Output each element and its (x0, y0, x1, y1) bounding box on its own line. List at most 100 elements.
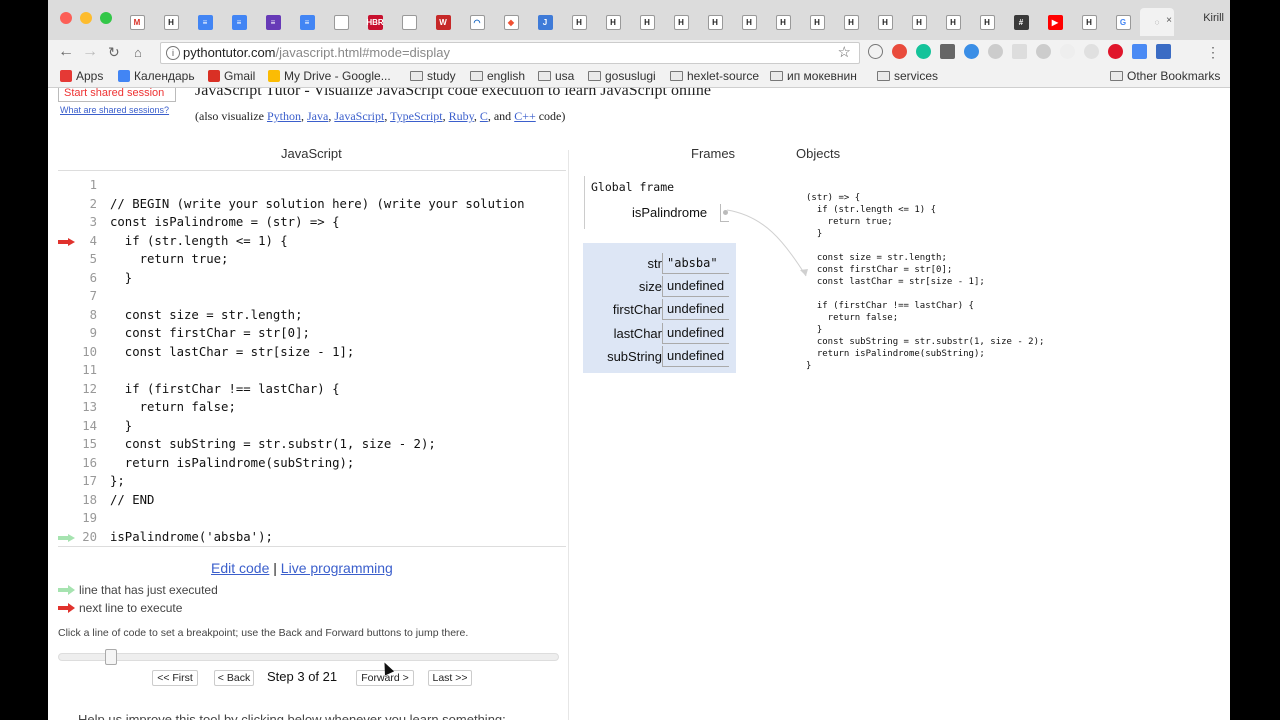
language-link[interactable]: Java (307, 109, 328, 123)
code-line[interactable]: 3 const isPalindrome = (str) => { (58, 213, 566, 232)
extension-icon[interactable] (1060, 44, 1075, 59)
sync-extension-icon[interactable] (964, 44, 979, 59)
code-line[interactable]: 19 (58, 509, 566, 528)
back-arrow-icon[interactable]: ← (58, 43, 74, 61)
language-link[interactable]: TypeScript (390, 109, 442, 123)
browser-tab[interactable]: ≡ (290, 8, 324, 36)
browser-tab[interactable]: ≡ (222, 8, 256, 36)
bookmark-6[interactable]: usa (538, 69, 574, 83)
maximize-window-icon[interactable] (100, 12, 112, 24)
minimize-window-icon[interactable] (80, 12, 92, 24)
last-button[interactable]: Last >> (428, 670, 472, 686)
opera-extension-icon[interactable] (892, 44, 907, 59)
code-line[interactable]: 12 if (firstChar !== lastChar) { (58, 380, 566, 399)
browser-tab[interactable]: J (528, 8, 562, 36)
extension-icon[interactable] (868, 44, 883, 59)
browser-tab[interactable]: H (732, 8, 766, 36)
bookmark-5[interactable]: english (470, 69, 525, 83)
code-line[interactable]: 17}; (58, 472, 566, 491)
bookmark-4[interactable]: study (410, 69, 456, 83)
step-slider[interactable] (58, 649, 559, 665)
browser-tab[interactable]: H (562, 8, 596, 36)
browser-tab[interactable]: H (596, 8, 630, 36)
bookmark-7[interactable]: gosuslugi (588, 69, 656, 83)
edit-code-link[interactable]: Edit code (211, 560, 269, 576)
browser-tab[interactable]: H (868, 8, 902, 36)
code-line[interactable]: 11 (58, 361, 566, 380)
browser-tab[interactable]: H (664, 8, 698, 36)
browser-tab[interactable]: # (1004, 8, 1038, 36)
address-bar[interactable]: i pythontutor.com/javascript.html#mode=d… (160, 42, 860, 64)
start-shared-session-button[interactable]: Start shared session (58, 88, 176, 102)
browser-tab[interactable]: H (154, 8, 188, 36)
language-link[interactable]: Ruby (449, 109, 474, 123)
live-programming-link[interactable]: Live programming (281, 560, 393, 576)
code-line[interactable]: 5 return true; (58, 250, 566, 269)
code-line[interactable]: 9 const firstChar = str[0]; (58, 324, 566, 343)
extension-icon[interactable] (1156, 44, 1171, 59)
home-icon[interactable]: ⌂ (134, 45, 142, 60)
code-line[interactable]: 10 const lastChar = str[size - 1]; (58, 343, 566, 362)
info-icon[interactable]: i (166, 46, 180, 60)
browser-tab[interactable]: M (120, 8, 154, 36)
browser-tab[interactable]: G (1106, 8, 1140, 36)
browser-tab[interactable]: H (936, 8, 970, 36)
back-button[interactable]: < Back (214, 670, 254, 686)
bookmark-8[interactable]: hexlet-source (670, 69, 759, 83)
bookmark-1[interactable]: Календарь (118, 69, 195, 83)
code-line[interactable]: 16 return isPalindrome(subString); (58, 454, 566, 473)
browser-tab[interactable]: HBR (358, 8, 392, 36)
browser-tab[interactable]: H (970, 8, 1004, 36)
grammarly-icon[interactable] (916, 44, 931, 59)
menu-icon[interactable]: ⋮ (1206, 44, 1220, 61)
lastpass-icon[interactable] (1108, 44, 1123, 59)
extension-icon[interactable] (1012, 44, 1027, 59)
code-line[interactable]: 1 (58, 176, 566, 195)
code-line[interactable]: 8 const size = str.length; (58, 306, 566, 325)
extension-icon[interactable] (988, 44, 1003, 59)
code-line[interactable]: 7 (58, 287, 566, 306)
browser-tab[interactable]: ◌ × (1140, 8, 1174, 36)
language-link[interactable]: C (480, 109, 488, 123)
browser-tab[interactable] (392, 8, 426, 36)
translate-icon[interactable] (1132, 44, 1147, 59)
browser-tab[interactable] (324, 8, 358, 36)
forward-arrow-icon[interactable]: → (82, 43, 98, 61)
browser-tab[interactable]: ◠ (460, 8, 494, 36)
bookmark-star-icon[interactable]: ☆ (838, 43, 851, 63)
first-button[interactable]: << First (152, 670, 198, 686)
bookmark-9[interactable]: ип мокевнин (770, 69, 857, 83)
language-link[interactable]: Python (267, 109, 301, 123)
close-tab-icon[interactable]: × (1166, 15, 1172, 26)
browser-tab[interactable]: H (834, 8, 868, 36)
reload-icon[interactable]: ↻ (108, 44, 120, 61)
bookmark-0[interactable]: Apps (60, 69, 103, 83)
extension-icon[interactable] (1084, 44, 1099, 59)
browser-tab[interactable]: H (1072, 8, 1106, 36)
browser-tab[interactable]: ≡ (188, 8, 222, 36)
bookmark-10[interactable]: services (877, 69, 938, 83)
language-link[interactable]: C++ (514, 109, 536, 123)
browser-tab[interactable]: H (630, 8, 664, 36)
browser-tab[interactable]: H (698, 8, 732, 36)
browser-tab[interactable]: ◆ (494, 8, 528, 36)
close-window-icon[interactable] (60, 12, 72, 24)
browser-tab[interactable]: W (426, 8, 460, 36)
browser-tab[interactable]: H (902, 8, 936, 36)
language-link[interactable]: JavaScript (334, 109, 384, 123)
code-line[interactable]: 4 if (str.length <= 1) { (58, 232, 566, 251)
shared-sessions-link[interactable]: What are shared sessions? (60, 105, 169, 115)
code-line[interactable]: 15 const subString = str.substr(1, size … (58, 435, 566, 454)
browser-tab[interactable]: ≡ (256, 8, 290, 36)
browser-tab[interactable]: ▶ (1038, 8, 1072, 36)
code-line[interactable]: 14 } (58, 417, 566, 436)
other-bookmarks[interactable]: Other Bookmarks (1110, 69, 1220, 83)
code-line[interactable]: 13 return false; (58, 398, 566, 417)
code-line[interactable]: 6 } (58, 269, 566, 288)
profile-name[interactable]: Kirill (1203, 12, 1224, 24)
code-line[interactable]: 20 isPalindrome('absba'); (58, 528, 566, 547)
bookmark-2[interactable]: Gmail (208, 69, 255, 83)
browser-tab[interactable]: H (766, 8, 800, 36)
code-line[interactable]: 18 // END (58, 491, 566, 510)
extension-icon[interactable] (1036, 44, 1051, 59)
